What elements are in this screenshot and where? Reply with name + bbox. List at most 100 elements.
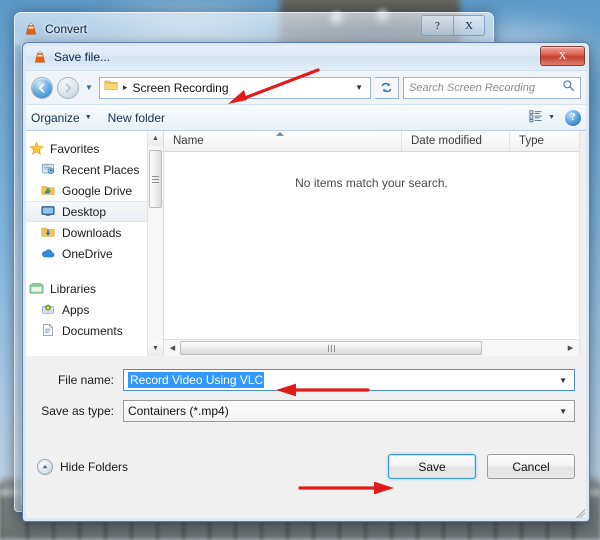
save-dialog-close-button[interactable]: X [540,46,585,66]
new-folder-button[interactable]: New folder [108,111,165,125]
libraries-icon [29,281,44,296]
save-as-type-select[interactable]: Containers (*.mp4) ▼ [123,400,575,422]
cancel-button[interactable]: Cancel [487,454,575,479]
sidebar-item-documents[interactable]: Documents [23,320,147,341]
scroll-left-arrow-icon[interactable]: ◀ [165,344,180,352]
view-options-button[interactable]: ▼ [529,109,555,126]
back-arrow-icon[interactable] [31,76,53,99]
scroll-right-arrow-icon[interactable]: ▶ [563,344,578,352]
sidebar-group-favorites: Favorites Recent Places Google Drive Des… [23,138,147,264]
column-label: Name [173,135,204,147]
organize-button[interactable]: Organize ▼ [31,111,92,125]
hide-folders-button[interactable]: Hide Folders [37,458,129,475]
sidebar-item-downloads[interactable]: Downloads [23,222,147,243]
help-circle-icon[interactable]: ? [565,109,581,126]
chevron-down-icon: ▼ [84,114,92,121]
hide-folders-label: Hide Folders [60,459,129,474]
sidebar-item-onedrive[interactable]: OneDrive [23,243,147,264]
save-form-area: File name: Record Video Using VLC ▼ Save… [23,356,589,441]
address-bar[interactable]: ▸ Screen Recording ▼ [98,76,371,99]
refresh-icon[interactable] [375,76,399,99]
convert-help-button[interactable]: ? [421,15,453,36]
breadcrumb[interactable]: Screen Recording [132,81,228,95]
save-file-dialog[interactable]: Save file... X ▼ ▸ Screen Recording ▼ Se… [22,42,590,522]
file-name-value[interactable]: Record Video Using VLC [128,372,265,388]
sidebar-label: Google Drive [62,183,133,198]
star-icon [29,141,44,156]
column-header-type[interactable]: Type [510,131,579,151]
column-header-date-modified[interactable]: Date modified [402,131,510,151]
sidebar-label: Recent Places [62,162,140,177]
search-input[interactable]: Search Screen Recording [403,76,581,99]
convert-titlebar[interactable]: Convert ? X [15,13,493,45]
sidebar-item-favorites[interactable]: Favorites [23,138,147,159]
recent-places-icon [41,162,56,177]
file-name-input[interactable]: Record Video Using VLC ▼ [123,369,575,391]
save-button[interactable]: Save [388,454,476,479]
organize-label: Organize [31,110,80,125]
sidebar-item-libraries[interactable]: Libraries [23,278,147,299]
sidebar-label: Downloads [62,225,122,240]
column-header-name[interactable]: Name [164,131,402,151]
save-as-type-row: Save as type: Containers (*.mp4) ▼ [37,400,575,422]
view-list-icon [529,109,543,126]
sidebar-group-libraries: Libraries Apps Documents [23,278,147,341]
save-as-type-label: Save as type: [41,404,114,418]
column-label: Type [519,135,544,147]
sidebar-item-desktop[interactable]: Desktop [23,201,147,222]
convert-close-button[interactable]: X [453,15,485,36]
google-drive-icon [41,183,56,198]
convert-window-title: Convert [45,22,88,36]
sidebar-label: Favorites [50,141,100,156]
sort-ascending-icon [276,132,284,136]
sidebar-label: Libraries [50,281,97,296]
scroll-grip-icon [152,175,159,183]
sidebar-group-spacer [23,266,147,278]
scroll-grip-icon [327,344,335,352]
sidebar-item-recent-places[interactable]: Recent Places [23,159,147,180]
scroll-down-arrow-icon[interactable]: ▼ [148,341,163,356]
sidebar-scroll-thumb[interactable] [149,150,162,208]
dialog-footer: Hide Folders Save Cancel [23,441,589,491]
dialog-main-region: Favorites Recent Places Google Drive Des… [23,131,589,356]
hscroll-track[interactable] [180,340,563,356]
vlc-cone-icon [24,22,38,36]
sidebar-label: Desktop [62,204,107,219]
file-list-column-headers: Name Date modified Type [164,131,579,152]
dialog-toolbar: Organize ▼ New folder ▼ ? [23,104,589,131]
onedrive-cloud-icon [41,246,56,261]
hscroll-thumb[interactable] [180,341,482,355]
sidebar-scroll-track[interactable] [148,146,163,341]
apps-icon [41,302,56,317]
sidebar-scrollbar[interactable]: ▲ ▼ [147,131,163,356]
search-icon[interactable] [562,79,575,97]
save-dialog-title: Save file... [54,49,111,64]
chevron-down-icon[interactable]: ▼ [83,83,95,92]
sidebar-label: Apps [62,302,90,317]
dialog-button-group: Save Cancel [388,454,575,479]
convert-window-controls[interactable]: ? X [421,15,485,36]
new-folder-label: New folder [107,110,165,125]
chevron-down-icon[interactable]: ▼ [554,407,572,416]
file-list-pane[interactable]: Name Date modified Type No items match y… [163,131,579,356]
navigation-bar: ▼ ▸ Screen Recording ▼ Search Screen Rec… [23,71,589,104]
pane-right-edge [579,131,589,356]
sidebar-item-google-drive[interactable]: Google Drive [23,180,147,201]
file-list-empty-message: No items match your search. [164,152,579,339]
navigation-sidebar[interactable]: Favorites Recent Places Google Drive Des… [23,131,147,356]
sidebar-item-apps[interactable]: Apps [23,299,147,320]
resize-grip-icon[interactable] [575,508,585,518]
file-name-row: File name: Record Video Using VLC ▼ [37,369,575,391]
chevron-down-icon: ▼ [548,114,555,121]
folder-icon [104,78,118,97]
breadcrumb-separator: ▸ [122,82,128,92]
save-as-type-value: Containers (*.mp4) [128,404,229,418]
desktop-icon [41,204,56,219]
save-dialog-titlebar[interactable]: Save file... X [23,43,589,71]
chevron-down-icon[interactable]: ▼ [355,83,366,92]
scroll-up-arrow-icon[interactable]: ▲ [148,131,163,146]
file-list-horizontal-scrollbar[interactable]: ◀ ▶ [164,339,579,356]
chevron-down-icon[interactable]: ▼ [554,376,572,385]
column-label: Date modified [411,135,482,147]
toolbar-right-group: ▼ ? [529,109,581,126]
